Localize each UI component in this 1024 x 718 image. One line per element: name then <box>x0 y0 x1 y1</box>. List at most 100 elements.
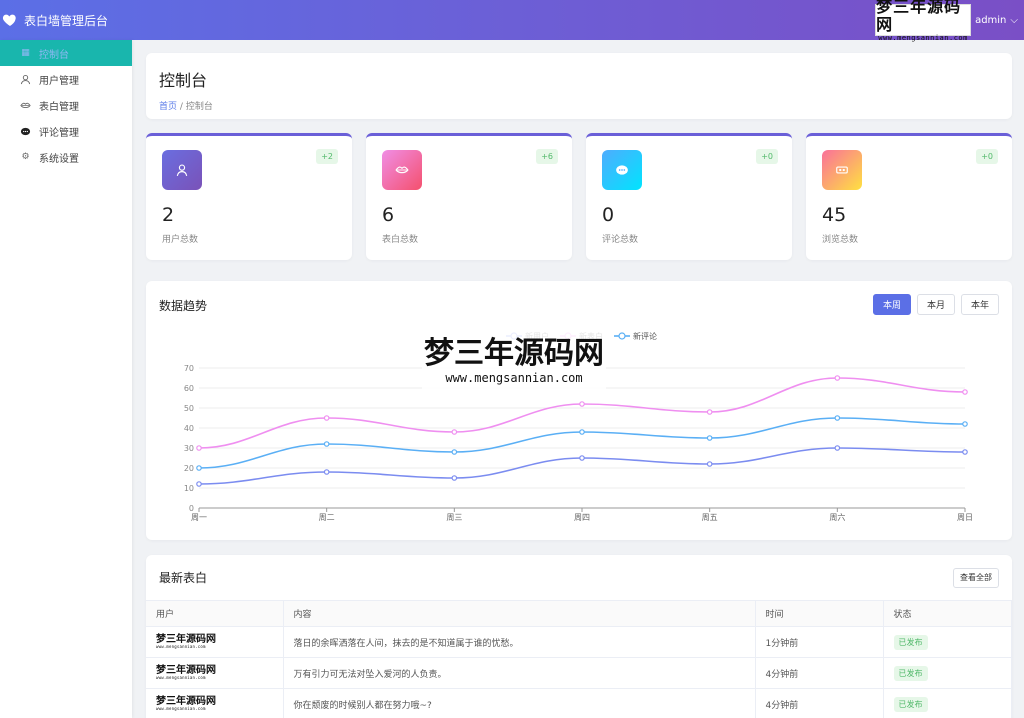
y-tick-label: 30 <box>184 444 194 453</box>
data-point <box>196 481 202 487</box>
data-point <box>451 449 458 455</box>
y-tick-label: 70 <box>184 364 194 373</box>
sidebar: ▦ 控制台 用户管理 表白管理 评论管理 ⚙ 系统设置 <box>0 40 132 718</box>
stat-badge: +6 <box>536 149 558 164</box>
page-title: 控制台 <box>159 71 208 90</box>
top-header: 表白墙管理后台 梦三年源码网 www.mengsannian.com admin… <box>0 0 1024 42</box>
y-tick-label: 10 <box>184 484 194 493</box>
eye-icon <box>822 150 862 190</box>
status-badge: 已发布 <box>893 665 928 681</box>
stat-badge: +0 <box>756 149 778 164</box>
time-cell: 1分钟前 <box>755 626 884 658</box>
x-tick-label: 周四 <box>574 513 590 522</box>
stat-card-views: +0 45 浏览总数 <box>806 133 1012 260</box>
time-cell: 4分钟前 <box>755 657 884 689</box>
data-point <box>834 375 841 381</box>
x-tick-label: 周日 <box>957 513 973 522</box>
time-cell: 4分钟前 <box>755 688 884 718</box>
stat-card-comments: +0 0 评论总数 <box>586 133 792 260</box>
column-header: 用户 <box>146 600 284 627</box>
sidebar-item-label: 控制台 <box>39 49 69 61</box>
x-tick-label: 周一 <box>191 513 207 522</box>
comment-icon <box>602 150 642 190</box>
y-tick-label: 60 <box>184 384 194 393</box>
stat-card-users: +2 2 用户总数 <box>146 133 352 260</box>
brand[interactable]: 表白墙管理后台 <box>0 12 108 29</box>
breadcrumb-home-link[interactable]: 首页 <box>159 102 177 112</box>
status-badge: 已发布 <box>893 696 928 712</box>
data-point <box>579 401 585 407</box>
data-point <box>196 445 202 451</box>
y-tick-label: 50 <box>184 404 194 413</box>
data-point <box>451 429 458 435</box>
user-cell: 梦三年源码网 www.mengsannian.com <box>146 626 284 658</box>
stat-card-confessions: +6 6 表白总数 <box>366 133 572 260</box>
data-point <box>323 441 330 447</box>
data-point <box>962 389 968 395</box>
user-icon <box>162 150 202 190</box>
user-avatar-logo: 梦三年源码网 www.mengsannian.com <box>156 634 216 649</box>
latest-title: 最新表白 <box>159 571 208 585</box>
table-row[interactable]: 梦三年源码网 www.mengsannian.com 你在颓废的时候别人都在努力哦… <box>146 688 1012 718</box>
data-point <box>962 421 968 427</box>
status-cell: 已发布 <box>883 688 1012 718</box>
data-point <box>323 415 330 421</box>
dashboard-icon: ▦ <box>21 48 30 58</box>
data-point <box>451 475 458 481</box>
data-point <box>579 429 585 435</box>
y-tick-label: 40 <box>184 424 194 433</box>
y-tick-label: 20 <box>184 464 194 473</box>
legend-label: 新评论 <box>633 331 657 341</box>
sidebar-item-label: 用户管理 <box>39 75 79 87</box>
column-header: 内容 <box>283 600 756 627</box>
content-cell: 万有引力可无法对坠入爱河的人负责。 <box>283 657 756 689</box>
view-all-button[interactable]: 查看全部 <box>953 567 999 588</box>
gear-icon: ⚙ <box>21 152 30 162</box>
data-point <box>962 449 968 455</box>
sidebar-item-users[interactable]: 用户管理 <box>0 66 132 92</box>
user-menu[interactable]: 梦三年源码网 www.mengsannian.com admin ⌵ <box>875 0 1018 42</box>
table-row[interactable]: 梦三年源码网 www.mengsannian.com 落日的余晖洒落在人间，抹去的… <box>146 626 1012 658</box>
stat-label: 评论总数 <box>602 235 639 245</box>
data-point <box>579 455 585 461</box>
trend-panel: 数据趋势 本周 本月 本年 0 10 20 30 40 50 60 70 周一 周二 周三 周四 周五周… <box>146 281 1012 540</box>
stat-label: 浏览总数 <box>822 235 859 245</box>
sidebar-item-settings[interactable]: ⚙ 系统设置 <box>0 144 132 170</box>
latest-confessions-panel: 最新表白 查看全部 用户 内容 时间 状态 梦三年源码网 www.mengsann… <box>146 555 1012 718</box>
confession-table: 用户 内容 时间 状态 梦三年源码网 www.mengsannian.com 落日… <box>146 600 1012 718</box>
user-cell: 梦三年源码网 www.mengsannian.com <box>146 688 284 718</box>
series-line <box>198 447 966 485</box>
column-header: 状态 <box>883 600 1012 627</box>
user-icon <box>20 74 31 85</box>
data-point <box>834 445 841 451</box>
x-tick-label: 周五 <box>702 513 718 522</box>
stat-badge: +0 <box>976 149 998 164</box>
sidebar-item-dashboard[interactable]: ▦ 控制台 <box>0 40 132 66</box>
stat-value: 6 <box>382 204 395 226</box>
sidebar-item-label: 表白管理 <box>39 101 79 113</box>
stat-label: 表白总数 <box>382 235 419 245</box>
comment-icon <box>20 126 31 137</box>
table-row[interactable]: 梦三年源码网 www.mengsannian.com 万有引力可无法对坠入爱河的人… <box>146 657 1012 689</box>
breadcrumb: 首页 / 控制台 <box>159 99 999 112</box>
user-avatar-logo: 梦三年源码网 www.mengsannian.com <box>156 665 216 680</box>
content-cell: 落日的余晖洒落在人间，抹去的是不知道属于谁的忧愁。 <box>283 626 756 658</box>
chevron-down-icon: ⌵ <box>1010 14 1018 26</box>
username: admin <box>975 14 1007 26</box>
column-header: 时间 <box>755 600 884 627</box>
sidebar-item-label: 评论管理 <box>39 127 79 139</box>
stat-value: 45 <box>822 204 847 226</box>
x-tick-label: 周三 <box>446 513 462 522</box>
trend-line-chart: 010203040506070周一周二周三周四周五周六周日新用户新表白新评论梦三… <box>184 331 973 522</box>
legend-swatch-marker <box>618 332 626 340</box>
data-point <box>196 465 202 471</box>
stat-value: 2 <box>162 204 175 226</box>
status-badge: 已发布 <box>893 634 928 650</box>
lips-icon <box>20 100 31 111</box>
watermark-title: 梦三年源码网 <box>424 336 604 371</box>
content-cell: 你在颓废的时候别人都在努力哦~? <box>283 688 756 718</box>
sidebar-item-confessions[interactable]: 表白管理 <box>0 92 132 118</box>
y-tick-label: 0 <box>189 504 194 513</box>
sidebar-item-comments[interactable]: 评论管理 <box>0 118 132 144</box>
status-cell: 已发布 <box>883 626 1012 658</box>
